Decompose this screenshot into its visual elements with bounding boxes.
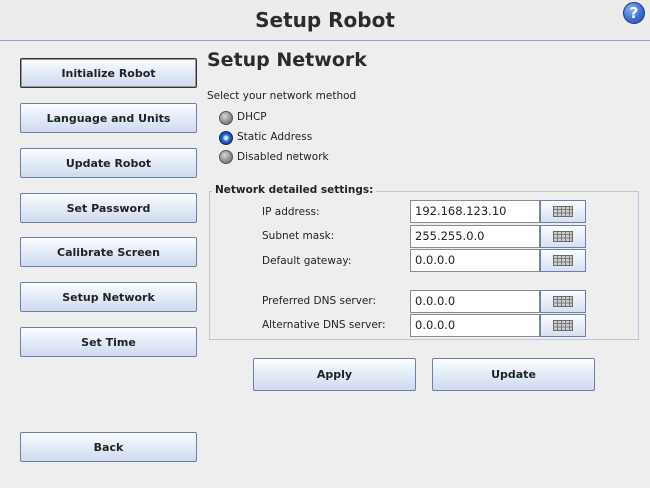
language-units-button[interactable]: Language and Units bbox=[20, 103, 197, 133]
page-title: Setup Robot bbox=[255, 8, 395, 32]
calibrate-screen-button[interactable]: Calibrate Screen bbox=[20, 237, 197, 267]
set-time-button[interactable]: Set Time bbox=[20, 327, 197, 357]
default-gateway-keyboard-button[interactable] bbox=[540, 249, 586, 272]
default-gateway-input[interactable]: 0.0.0.0 bbox=[410, 249, 540, 272]
static-address-radio[interactable] bbox=[219, 131, 233, 145]
subnet-mask-label: Subnet mask: bbox=[262, 230, 335, 242]
set-password-button[interactable]: Set Password bbox=[20, 193, 197, 223]
keyboard-icon bbox=[553, 206, 573, 217]
apply-button[interactable]: Apply bbox=[253, 358, 416, 391]
keyboard-icon bbox=[553, 231, 573, 242]
disabled-network-label[interactable]: Disabled network bbox=[237, 151, 329, 163]
initialize-robot-button[interactable]: Initialize Robot bbox=[20, 58, 197, 88]
update-robot-button[interactable]: Update Robot bbox=[20, 148, 197, 178]
method-prompt: Select your network method bbox=[207, 90, 357, 102]
preferred-dns-input[interactable]: 0.0.0.0 bbox=[410, 290, 540, 313]
update-button[interactable]: Update bbox=[432, 358, 595, 391]
network-settings-title: Network detailed settings: bbox=[212, 184, 377, 196]
setup-network-button[interactable]: Setup Network bbox=[20, 282, 197, 312]
title-bar: Setup Robot ? bbox=[0, 0, 650, 41]
keyboard-icon bbox=[553, 296, 573, 307]
keyboard-icon bbox=[553, 320, 573, 331]
keyboard-icon bbox=[553, 255, 573, 266]
disabled-network-radio[interactable] bbox=[219, 150, 233, 164]
help-icon[interactable]: ? bbox=[623, 2, 645, 24]
static-address-label[interactable]: Static Address bbox=[237, 131, 312, 143]
subnet-mask-keyboard-button[interactable] bbox=[540, 225, 586, 248]
preferred-dns-keyboard-button[interactable] bbox=[540, 290, 586, 313]
default-gateway-label: Default gateway: bbox=[262, 255, 352, 267]
ip-address-label: IP address: bbox=[262, 206, 320, 218]
dhcp-radio[interactable] bbox=[219, 111, 233, 125]
section-title: Setup Network bbox=[207, 49, 367, 71]
back-button[interactable]: Back bbox=[20, 432, 197, 462]
alternative-dns-keyboard-button[interactable] bbox=[540, 314, 586, 337]
ip-address-keyboard-button[interactable] bbox=[540, 200, 586, 223]
dhcp-label[interactable]: DHCP bbox=[237, 111, 267, 123]
preferred-dns-label: Preferred DNS server: bbox=[262, 295, 377, 307]
subnet-mask-input[interactable]: 255.255.0.0 bbox=[410, 225, 540, 248]
alternative-dns-label: Alternative DNS server: bbox=[262, 319, 386, 331]
ip-address-input[interactable]: 192.168.123.10 bbox=[410, 200, 540, 223]
alternative-dns-input[interactable]: 0.0.0.0 bbox=[410, 314, 540, 337]
